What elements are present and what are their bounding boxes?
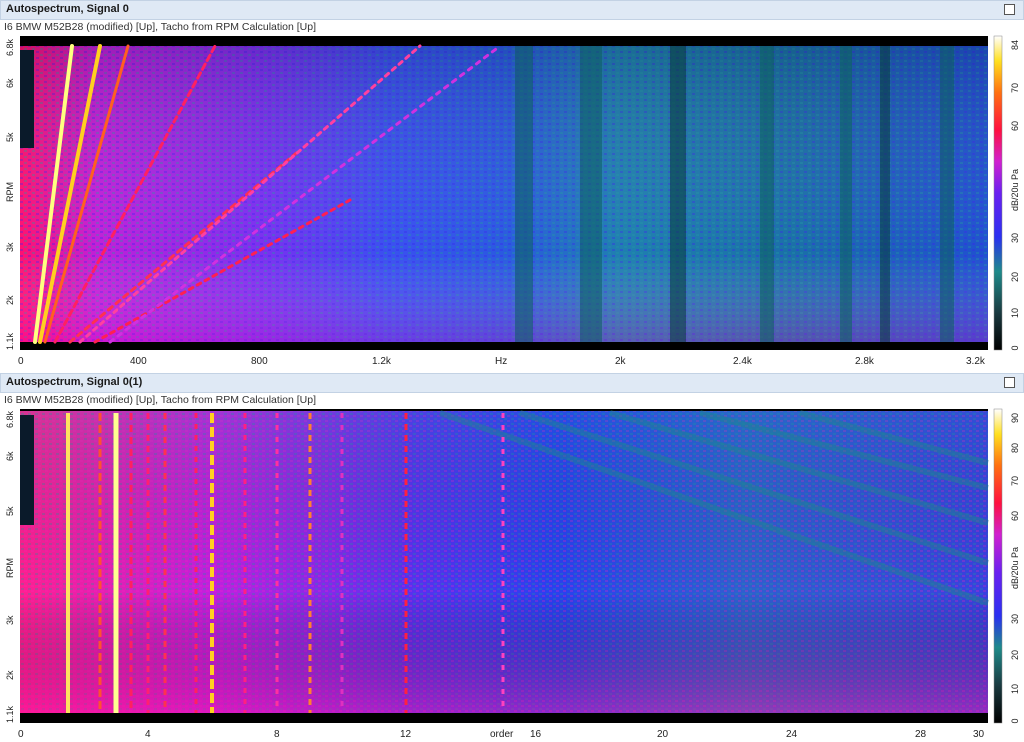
colorbar-tick: 0 xyxy=(1010,345,1020,350)
colorbar-tick: 70 xyxy=(1010,83,1020,93)
x-tick: 28 xyxy=(915,729,927,740)
y-axis-1: 1.1k 2k 3k RPM 5k 6k 6.8k xyxy=(5,38,15,350)
y-axis-2: 1.1k 2k 3k RPM 5k 6k 6.8k xyxy=(5,410,15,723)
y-axis-label: RPM xyxy=(5,182,15,202)
colorbar-tick: 30 xyxy=(1010,233,1020,243)
y-tick: 2k xyxy=(5,670,15,680)
colorbar-label: dB/20u Pa xyxy=(1010,169,1020,211)
colorbar-tick: 10 xyxy=(1010,684,1020,694)
colorbar-ticks-2: 90 80 70 60 dB/20u Pa 30 20 10 0 xyxy=(1010,413,1020,724)
y-tick: 6k xyxy=(5,451,15,461)
colorbar-tick: 90 xyxy=(1010,413,1020,423)
colorbar-tick: 60 xyxy=(1010,511,1020,521)
colorbar-tick: 70 xyxy=(1010,476,1020,486)
x-tick: 2k xyxy=(615,356,627,367)
y-tick: 1.1k xyxy=(5,705,15,723)
x-tick: 0 xyxy=(18,356,24,367)
colorbar xyxy=(993,35,1003,351)
x-tick: 1.2k xyxy=(372,356,392,367)
colorbar-tick: 20 xyxy=(1010,650,1020,660)
y-tick: 3k xyxy=(5,242,15,252)
colorbar-tick: 30 xyxy=(1010,614,1020,624)
x-tick: 400 xyxy=(130,356,147,367)
y-axis-label: RPM xyxy=(5,558,15,578)
x-tick: 24 xyxy=(786,729,798,740)
colorbar-ticks-1: 84 70 60 dB/20u Pa 30 20 10 0 xyxy=(1010,40,1020,351)
spectrogram-chart-2: 1.1k 2k 3k RPM 5k 6k 6.8k 0 4 8 12 order… xyxy=(5,408,1020,740)
y-tick: 5k xyxy=(5,132,15,142)
x-axis-2: 0 4 8 12 order 16 20 24 28 30 xyxy=(18,729,985,740)
y-tick: 6.8k xyxy=(5,38,15,56)
colorbar-tick: 60 xyxy=(1010,121,1020,131)
colorbar xyxy=(993,408,1003,724)
y-tick: 6.8k xyxy=(5,410,15,428)
y-tick: 6k xyxy=(5,78,15,88)
x-axis-1: 0 400 800 1.2k Hz 2k 2.4k 2.8k 3.2k xyxy=(18,356,986,367)
y-tick: 1.1k xyxy=(5,332,15,350)
x-tick: 12 xyxy=(400,729,412,740)
x-tick: 2.8k xyxy=(855,356,875,367)
autospectrum-panel-1: Autospectrum, Signal 0 I6 BMW M52B28 (mo… xyxy=(0,0,1024,370)
colorbar-tick: 20 xyxy=(1010,272,1020,282)
colorbar-tick: 80 xyxy=(1010,443,1020,453)
x-axis-label: Hz xyxy=(495,356,507,367)
y-tick: 3k xyxy=(5,615,15,625)
spectrogram-chart-1: 1.1k 2k 3k RPM 5k 6k 6.8k 0 400 800 1.2k… xyxy=(5,35,1020,367)
colorbar-tick: 0 xyxy=(1010,718,1020,723)
autospectrum-panel-2: Autospectrum, Signal 0(1) I6 BMW M52B28 … xyxy=(0,373,1024,742)
y-tick: 2k xyxy=(5,295,15,305)
x-tick: 4 xyxy=(145,729,151,740)
colorbar-label: dB/20u Pa xyxy=(1010,547,1020,589)
x-tick: 800 xyxy=(251,356,268,367)
x-tick: 16 xyxy=(530,729,542,740)
x-tick: 8 xyxy=(274,729,280,740)
y-tick: 5k xyxy=(5,506,15,516)
x-tick: 20 xyxy=(657,729,669,740)
colorbar-tick: 84 xyxy=(1010,40,1020,50)
x-tick: 2.4k xyxy=(733,356,753,367)
x-axis-label: order xyxy=(490,729,514,740)
colorbar-tick: 10 xyxy=(1010,308,1020,318)
x-tick: 3.2k xyxy=(966,356,986,367)
x-tick: 30 xyxy=(973,729,985,740)
x-tick: 0 xyxy=(18,729,24,740)
